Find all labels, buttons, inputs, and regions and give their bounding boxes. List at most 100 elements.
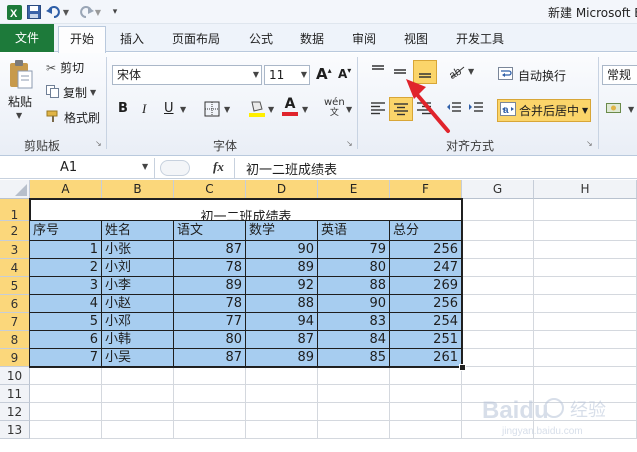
borders-icon[interactable] [204,101,220,117]
cell[interactable] [534,295,637,313]
data-cell[interactable]: 84 [318,331,390,349]
cell[interactable] [534,241,637,259]
row-header[interactable]: 7 [0,313,30,331]
tab-insert[interactable]: 插入 [120,28,144,50]
underline-button[interactable]: U [164,101,174,116]
copy-dropdown-icon[interactable]: ▼ [90,88,96,97]
row-header[interactable]: 8 [0,331,30,349]
data-cell[interactable]: 小韩 [102,331,174,349]
data-cell[interactable]: 2 [30,259,102,277]
cell[interactable] [30,403,102,421]
data-cell[interactable]: 小张 [102,241,174,259]
data-cell[interactable]: 256 [390,295,462,313]
data-cell[interactable]: 90 [246,241,318,259]
font-color-button[interactable]: A [282,97,298,116]
row-header[interactable]: 13 [0,421,30,439]
tab-developer[interactable]: 开发工具 [456,28,504,50]
cell[interactable] [462,313,534,331]
row-header[interactable]: 2 [0,221,30,241]
cell[interactable] [390,367,462,385]
paste-dropdown-icon[interactable]: ▼ [16,111,22,120]
font-color-dropdown-icon[interactable]: ▼ [302,105,308,114]
data-cell[interactable]: 261 [390,349,462,367]
fill-color-icon[interactable] [248,99,266,117]
font-name-combo[interactable]: 宋体 ▼ [112,65,262,85]
cell[interactable] [462,277,534,295]
clipboard-launcher-icon[interactable]: ↘ [95,139,102,148]
data-cell[interactable]: 256 [390,241,462,259]
undo-dropdown-icon[interactable]: ▼ [62,4,70,20]
data-cell[interactable]: 89 [246,259,318,277]
orientation-dropdown-icon[interactable]: ▼ [468,67,474,76]
header-cell[interactable]: 总分 [390,221,462,241]
align-left-icon[interactable] [370,101,386,115]
column-header[interactable]: B [102,180,174,199]
row-header[interactable]: 9 [0,349,30,367]
fill-color-dropdown-icon[interactable]: ▼ [268,105,274,114]
save-icon[interactable] [26,4,42,20]
cell[interactable] [390,385,462,403]
top-align-icon[interactable] [370,63,386,79]
cell[interactable] [462,241,534,259]
data-cell[interactable]: 83 [318,313,390,331]
font-size-dropdown-icon[interactable]: ▼ [301,66,307,84]
merge-dropdown-icon[interactable]: ▼ [582,106,588,115]
data-cell[interactable]: 90 [318,295,390,313]
copy-button[interactable]: 复制 ▼ [46,84,96,101]
formula-input[interactable]: 初一二班成绩表 [246,159,337,178]
data-cell[interactable]: 小吴 [102,349,174,367]
font-launcher-icon[interactable]: ↘ [346,139,353,148]
tab-formulas[interactable]: 公式 [249,28,273,50]
phonetic-dropdown-icon[interactable]: ▼ [346,105,352,114]
data-cell[interactable]: 87 [174,241,246,259]
data-cell[interactable]: 89 [174,277,246,295]
cell[interactable] [30,385,102,403]
underline-dropdown-icon[interactable]: ▼ [180,105,186,114]
cell[interactable] [174,403,246,421]
cell[interactable] [174,421,246,439]
paste-icon[interactable] [6,57,36,91]
wrap-text-button[interactable]: 自动换行 [498,67,566,84]
row-header[interactable]: 1 [0,199,30,222]
data-cell[interactable]: 92 [246,277,318,295]
data-cell[interactable]: 78 [174,259,246,277]
cell[interactable] [534,367,637,385]
data-cell[interactable]: 7 [30,349,102,367]
bold-button[interactable]: B [118,101,128,116]
column-header[interactable]: H [534,180,637,199]
cell[interactable] [534,221,637,241]
column-header[interactable]: C [174,180,246,199]
tab-file[interactable]: 文件 [0,24,54,52]
data-cell[interactable]: 小邓 [102,313,174,331]
row-header[interactable]: 3 [0,241,30,259]
insert-function-icon[interactable]: fx [213,159,224,175]
accounting-dropdown-icon[interactable]: ▼ [628,105,634,114]
tab-review[interactable]: 审阅 [352,28,376,50]
merge-center-button[interactable]: a 合并后居中 ▼ [497,99,592,122]
cell[interactable] [462,259,534,277]
row-header[interactable]: 11 [0,385,30,403]
cell[interactable] [318,367,390,385]
select-all-corner[interactable] [0,180,30,199]
cell[interactable] [102,421,174,439]
cell[interactable] [390,421,462,439]
formula-bar-resize-handle[interactable] [160,160,190,176]
customize-qat-icon[interactable]: ▾ [110,4,120,20]
column-header[interactable]: G [462,180,534,199]
cell[interactable] [318,421,390,439]
cell[interactable] [534,313,637,331]
cell[interactable] [246,403,318,421]
tab-view[interactable]: 视图 [404,28,428,50]
data-cell[interactable]: 77 [174,313,246,331]
data-cell[interactable]: 88 [318,277,390,295]
cell[interactable] [174,385,246,403]
data-cell[interactable]: 87 [174,349,246,367]
cell[interactable] [534,199,637,221]
grow-font-button[interactable]: A ▴ [316,65,332,83]
data-cell[interactable]: 251 [390,331,462,349]
increase-indent-icon[interactable] [468,101,484,115]
cell[interactable] [462,331,534,349]
row-header[interactable]: 4 [0,259,30,277]
font-size-combo[interactable]: 11 ▼ [264,65,310,85]
cell[interactable] [30,421,102,439]
